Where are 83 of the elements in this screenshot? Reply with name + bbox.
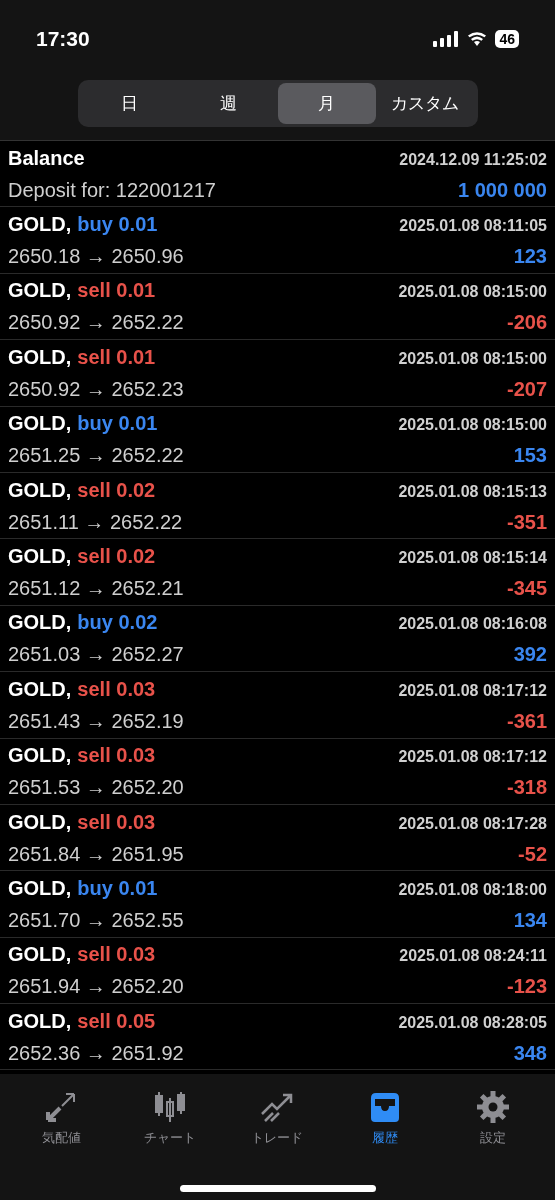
symbol-label: GOLD,	[8, 743, 72, 769]
entry-detail: 2652.36 → 2651.92	[8, 1040, 184, 1066]
profit-amount: -206	[506, 310, 547, 336]
settings-icon	[475, 1090, 512, 1124]
profit-amount: -52	[518, 841, 547, 867]
period-tab[interactable]: 日	[80, 83, 179, 124]
entry-detail: 2650.92 → 2652.22	[8, 310, 184, 336]
entry-detail: 2651.84 → 2651.95	[8, 841, 184, 867]
deal-type: sell 0.03	[77, 809, 156, 835]
symbol-label: GOLD,	[8, 809, 72, 835]
profit-amount: 392	[513, 642, 547, 668]
entry-detail: 2651.11 → 2652.22	[8, 509, 183, 535]
battery-level: 46	[495, 30, 519, 48]
deal-type: sell 0.02	[77, 477, 156, 503]
deal-type: sell 0.02	[77, 544, 156, 570]
deal-type: buy 0.01	[77, 212, 158, 238]
entry-detail: 2650.92 → 2652.23	[8, 376, 184, 402]
entry-detail: 2651.94 → 2652.20	[8, 974, 184, 1000]
deal-type: sell 0.03	[77, 676, 156, 702]
symbol-label: GOLD,	[8, 942, 72, 968]
entry-detail: 2651.53 → 2652.20	[8, 775, 184, 801]
tab-bar-item[interactable]: 気配値	[8, 1090, 116, 1148]
tab-bar-item[interactable]: 設定	[439, 1090, 547, 1148]
entry-time: 2025.01.08 08:17:28	[398, 813, 547, 834]
entry-time: 2025.01.08 08:16:08	[398, 614, 547, 635]
profit-amount: -207	[506, 376, 547, 402]
deal-type: sell 0.01	[77, 278, 156, 304]
entry-title: Balance	[8, 145, 85, 171]
profit-amount: -361	[506, 708, 547, 734]
symbol-label: GOLD,	[8, 610, 72, 636]
deal-type: sell 0.01	[77, 344, 156, 370]
profit-amount: 123	[513, 244, 547, 270]
profit-amount: 348	[513, 1040, 547, 1066]
entry-time: 2025.01.08 08:15:13	[398, 481, 547, 502]
symbol-label: GOLD,	[8, 477, 72, 503]
profit-amount: 1 000 000	[458, 177, 547, 203]
entry-detail: 2651.25 → 2652.22	[8, 443, 184, 469]
tab-bar-item[interactable]: チャート	[115, 1090, 224, 1148]
tab-bar-item[interactable]: 履歴	[331, 1090, 440, 1148]
entry-time: 2025.01.08 08:17:12	[398, 747, 547, 768]
symbol-label: GOLD,	[8, 278, 72, 304]
deal-type: sell 0.03	[77, 942, 156, 968]
profit-amount: 153	[513, 443, 547, 469]
profit-amount: 134	[513, 908, 547, 933]
entry-time: 2025.01.08 08:17:12	[398, 680, 547, 701]
period-tab[interactable]: 月	[277, 83, 376, 124]
entry-detail: 2651.03 → 2652.27	[8, 642, 184, 668]
deal-type: sell 0.05	[77, 1008, 156, 1034]
status-time: 17:30	[36, 26, 90, 53]
entry-detail: 2651.43 → 2652.19	[8, 708, 184, 734]
entry-time: 2025.01.08 08:15:00	[398, 348, 547, 369]
entry-time: 2025.01.08 08:15:14	[398, 548, 547, 569]
signal-icon	[433, 31, 460, 47]
entry-detail: 2651.12 → 2652.21	[8, 576, 184, 602]
entry-detail: 2650.18 → 2650.96	[8, 244, 184, 270]
profit-amount: -345	[506, 576, 547, 602]
entry-time: 2024.12.09 11:25:02	[399, 149, 547, 170]
symbol-label: GOLD,	[8, 876, 72, 901]
profit-amount: -123	[506, 974, 547, 1000]
entry-time: 2025.01.08 08:15:00	[398, 282, 547, 303]
symbol-label: GOLD,	[8, 544, 72, 570]
entry-time: 2025.01.08 08:28:05	[398, 1012, 547, 1033]
tab-bar-item[interactable]: トレード	[223, 1090, 332, 1148]
entry-time: 2025.01.08 08:24:11	[399, 946, 547, 967]
deal-type: buy 0.01	[77, 876, 158, 901]
symbol-label: GOLD,	[8, 212, 72, 238]
deal-type: buy 0.02	[77, 610, 158, 636]
symbol-label: GOLD,	[8, 411, 72, 437]
entry-detail: Deposit for: 122001217	[8, 177, 216, 203]
entry-time: 2025.01.08 08:15:00	[398, 415, 547, 436]
entry-time: 2025.01.08 08:18:00	[398, 880, 547, 900]
profit-amount: -318	[506, 775, 547, 801]
deal-type: buy 0.01	[77, 411, 158, 437]
period-tab[interactable]: カスタム	[376, 83, 475, 124]
deal-type: sell 0.03	[77, 743, 156, 769]
period-tab[interactable]: 週	[179, 83, 278, 124]
symbol-label: GOLD,	[8, 1008, 72, 1034]
entry-time: 2025.01.08 08:11:05	[399, 216, 547, 237]
symbol-label: GOLD,	[8, 676, 72, 702]
symbol-label: GOLD,	[8, 344, 72, 370]
entry-detail: 2651.70 → 2652.55	[8, 908, 184, 933]
wifi-icon	[467, 31, 488, 47]
profit-amount: -351	[506, 509, 547, 535]
